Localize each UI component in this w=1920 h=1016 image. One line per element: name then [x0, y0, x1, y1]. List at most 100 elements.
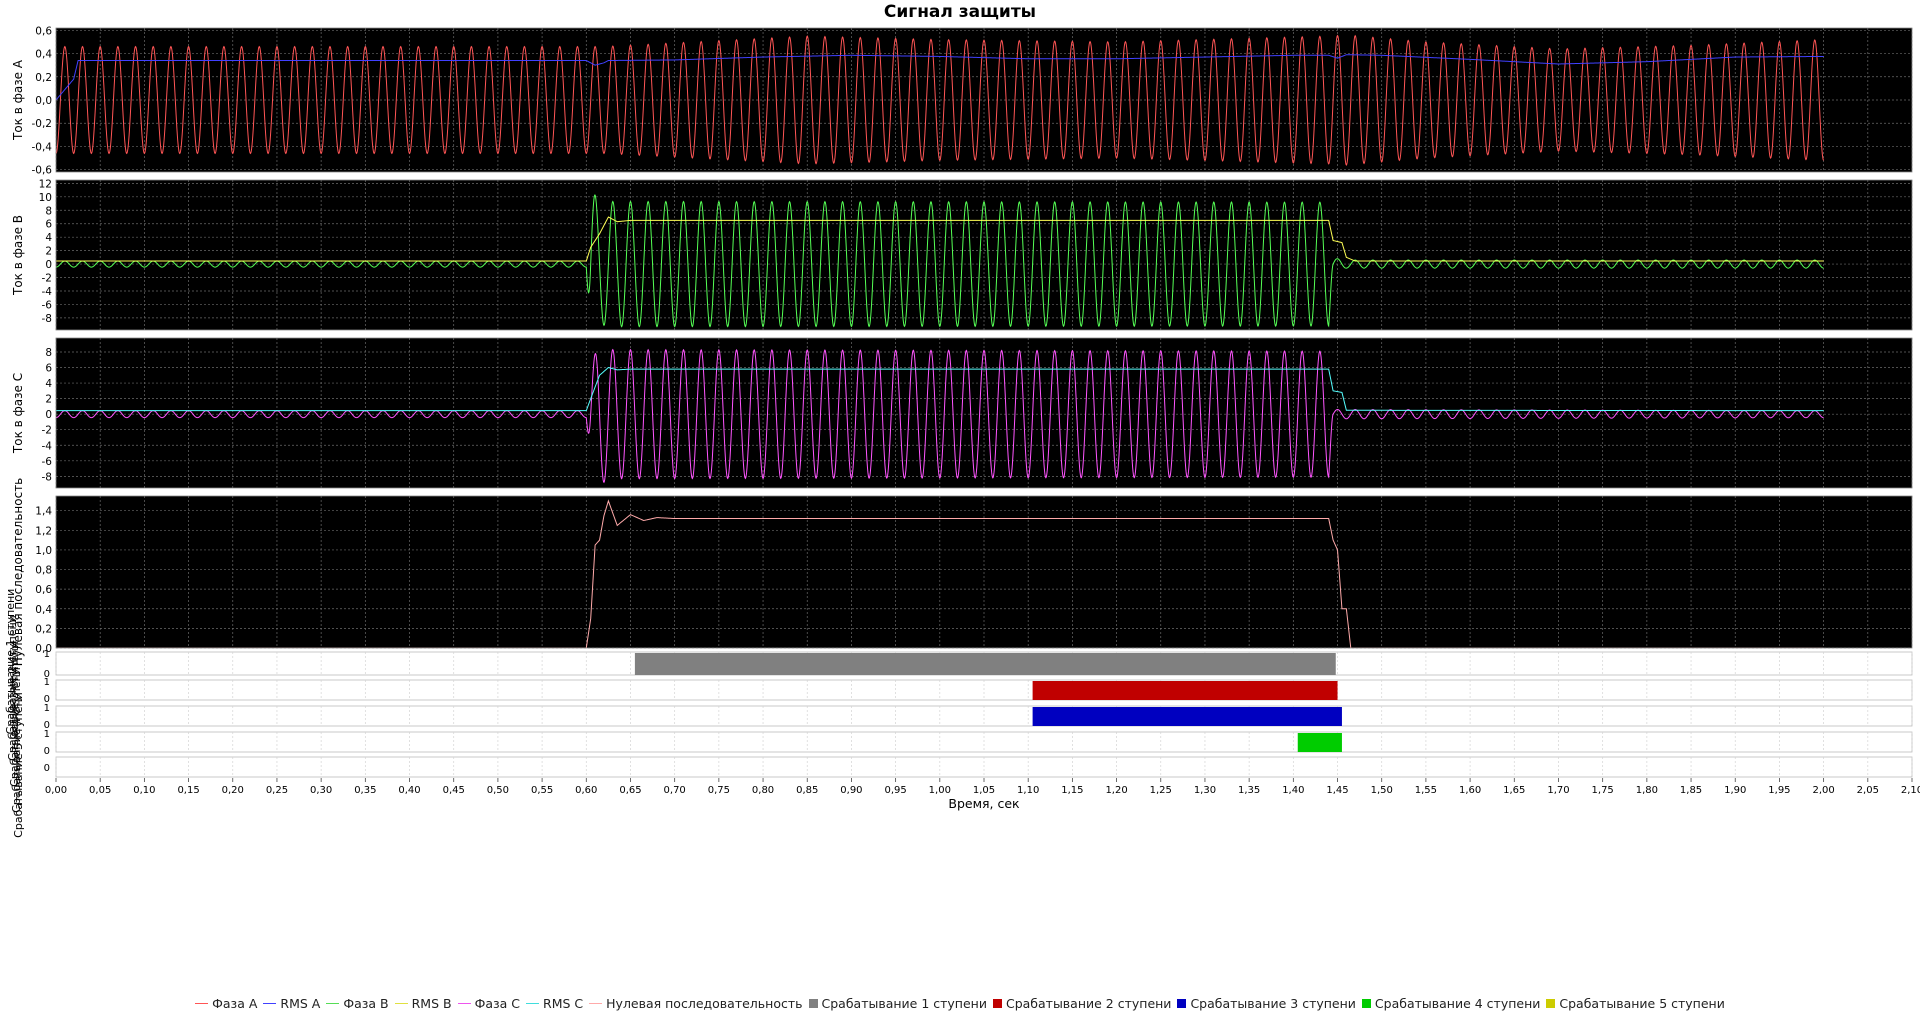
- y-tick-label: 0,4: [35, 49, 52, 61]
- legend-item: Фаза B: [326, 996, 389, 1011]
- y-tick-label: 0,8: [35, 565, 52, 577]
- x-tick-label: 1,10: [1017, 785, 1039, 796]
- legend-item: Срабатывание 2 ступени: [992, 996, 1171, 1011]
- x-tick-label: 0,40: [398, 785, 420, 796]
- y-tick-label: -0,2: [32, 118, 53, 130]
- y-tick-label: -6: [42, 456, 53, 468]
- x-tick-label: 1,45: [1326, 785, 1348, 796]
- x-tick-label: 1,95: [1768, 785, 1790, 796]
- y-tick-label: 0: [44, 746, 50, 757]
- x-axis-label: Время, сек: [948, 796, 1020, 811]
- y-tick-label: 0: [45, 259, 52, 271]
- y-tick-label: 0,0: [35, 95, 52, 107]
- legend-item: Фаза A: [195, 996, 257, 1011]
- legend-swatch: [526, 1002, 540, 1004]
- y-tick-label: -2: [42, 273, 52, 285]
- x-tick-label: 1,50: [1371, 785, 1393, 796]
- y-tick-label: -4: [42, 286, 53, 298]
- x-tick-label: 1,85: [1680, 785, 1702, 796]
- legend-swatch: [589, 1002, 603, 1004]
- legend-label: Фаза A: [212, 995, 258, 1011]
- x-tick-label: 1,80: [1636, 785, 1658, 796]
- panel-4: 0,00,20,40,60,81,01,21,4Нулевая последов…: [11, 478, 1913, 666]
- y-tick-label: -0,4: [32, 141, 53, 153]
- legend-swatch: [1177, 998, 1187, 1008]
- y-tick-label: 8: [45, 205, 52, 217]
- panel-3: -8 -6 -4 -2 0 2 4 6 8 Ток в фазе C: [11, 337, 1913, 489]
- legend-item: Нулевая последовательность: [589, 995, 803, 1011]
- step-active-bar: [634, 653, 1336, 675]
- legend-item: Срабатывание 4 ступени: [1361, 996, 1540, 1011]
- y-axis-label: Срабатывание 5 ступени: [12, 692, 25, 838]
- y-tick-label: -0,6: [32, 165, 53, 177]
- legend-item: RMS A: [263, 996, 320, 1011]
- y-tick-label: 0,6: [35, 584, 52, 596]
- x-tick-label: 1,55: [1415, 785, 1437, 796]
- x-tick-label: 1,20: [1105, 785, 1127, 796]
- legend-label: RMS B: [411, 995, 452, 1011]
- x-tick-label: 0,90: [840, 785, 862, 796]
- y-tick-label: 0: [44, 763, 50, 774]
- y-tick-label: 4: [45, 232, 52, 244]
- y-tick-label: 8: [45, 347, 52, 359]
- legend-label: Срабатывание 5 ступени: [1559, 995, 1725, 1011]
- x-axis: 0,00 0,05 0,10 0,15 0,20 0,25 0,30 0,35 0,40 0,45…: [45, 778, 1920, 811]
- x-tick-label: 2,00: [1812, 785, 1834, 796]
- y-axis-label: Ток в фазе A: [11, 59, 25, 141]
- panel-2: -8 -6-4-2 02 46 810 12 Ток в фазе B: [11, 178, 1913, 331]
- y-tick-label: -8: [42, 471, 52, 483]
- y-tick-label: 1: [44, 649, 50, 660]
- x-tick-label: 0,00: [45, 785, 67, 796]
- y-tick-label: -2: [42, 425, 52, 437]
- legend-item: Фаза C: [457, 995, 521, 1011]
- x-tick-label: 1,35: [1238, 785, 1260, 796]
- x-tick-label: 0,75: [708, 785, 730, 796]
- legend-swatch: [457, 1002, 471, 1004]
- legend-swatch: [1361, 998, 1371, 1008]
- legend-label: Срабатывание 3 ступени: [1190, 995, 1356, 1011]
- x-tick-label: 1,90: [1724, 785, 1746, 796]
- y-tick-label: 6: [45, 219, 52, 231]
- y-tick-label: 4: [45, 378, 52, 390]
- x-tick-label: 1,00: [929, 785, 951, 796]
- legend-item: Срабатывание 5 ступени: [1546, 995, 1725, 1011]
- y-tick-label: 1: [44, 703, 50, 714]
- y-tick-label: 1,2: [35, 525, 52, 537]
- x-tick-label: 1,15: [1061, 785, 1083, 796]
- y-tick-label: 1,4: [35, 506, 52, 518]
- legend-swatch: [808, 998, 818, 1008]
- legend-item: RMS B: [394, 995, 452, 1011]
- y-axis-label: Ток в фазе B: [11, 215, 25, 296]
- x-tick-label: 0,65: [619, 785, 641, 796]
- x-tick-label: 0,20: [222, 785, 244, 796]
- legend-swatch: [263, 1002, 277, 1004]
- x-tick-label: 1,60: [1459, 785, 1481, 796]
- y-tick-label: 10: [39, 192, 52, 204]
- legend-label: RMS C: [543, 995, 584, 1011]
- y-tick-label: 0,2: [35, 72, 52, 84]
- x-tick-label: 0,35: [354, 785, 376, 796]
- legend-label: Фаза C: [474, 995, 521, 1011]
- legend-swatch: [195, 1002, 209, 1004]
- chart-area: -0,6 -0,4 -0,2 0,0 0,2 0,4 0,6 Ток в фазе A -8 -6…: [4, 25, 1920, 838]
- y-tick-label: 6: [45, 363, 52, 375]
- y-tick-label: 1,0: [35, 545, 52, 557]
- x-tick-label: 1,05: [973, 785, 995, 796]
- x-tick-label: 1,25: [1150, 785, 1172, 796]
- legend-label: Нулевая последовательность: [606, 995, 803, 1011]
- y-tick-label: 0,6: [35, 25, 52, 37]
- y-tick-label: -6: [42, 299, 53, 311]
- y-tick-label: 2: [45, 394, 52, 406]
- x-tick-label: 1,40: [1282, 785, 1304, 796]
- x-tick-label: 0,30: [310, 785, 332, 796]
- x-tick-label: 1,65: [1503, 785, 1525, 796]
- legend-label: Срабатывание 1 ступени: [821, 995, 987, 1011]
- x-tick-label: 0,70: [664, 785, 686, 796]
- x-tick-label: 0,15: [177, 785, 199, 796]
- y-tick-label: 0: [45, 409, 52, 421]
- x-tick-label: 0,85: [796, 785, 818, 796]
- legend-item: RMS C: [526, 996, 583, 1011]
- y-tick-label: -4: [42, 440, 53, 452]
- legend-item: Срабатывание 3 ступени: [1177, 995, 1356, 1011]
- plot-background: [56, 338, 1912, 488]
